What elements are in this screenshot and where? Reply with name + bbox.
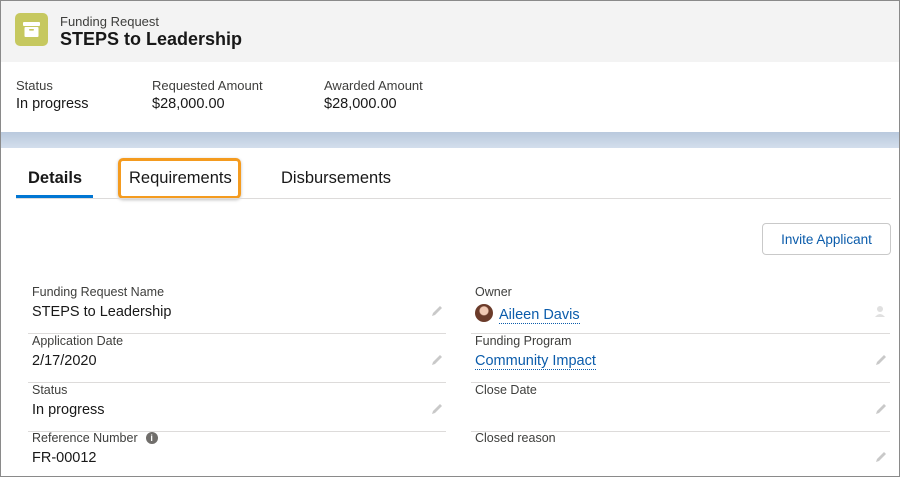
field-closed-reason: Closed reason	[471, 431, 890, 476]
pencil-icon[interactable]	[874, 450, 888, 464]
field-funding-program: Funding Program Community Impact	[471, 334, 890, 383]
field-label: Funding Program	[475, 334, 572, 348]
highlight-value: $28,000.00	[324, 96, 397, 112]
highlight-awarded-amount: Awarded Amount $28,000.00	[324, 78, 423, 112]
field-value: 2/17/2020	[32, 353, 97, 369]
highlight-requested-amount: Requested Amount $28,000.00	[152, 78, 263, 112]
field-reference-number: Reference Number i FR-00012	[28, 431, 446, 476]
field-funding-request-name: Funding Request Name STEPS to Leadership	[28, 285, 446, 334]
field-owner: Owner Aileen Davis	[471, 285, 890, 334]
pencil-icon[interactable]	[430, 304, 444, 318]
field-label: Reference Number	[32, 431, 138, 445]
field-value: STEPS to Leadership	[32, 304, 172, 320]
highlight-status: Status In progress	[16, 78, 89, 112]
funding-program-link[interactable]: Community Impact	[475, 353, 596, 370]
record-title: STEPS to Leadership	[60, 29, 243, 49]
highlight-label: Requested Amount	[152, 78, 263, 93]
invite-applicant-button[interactable]: Invite Applicant	[762, 223, 891, 255]
pencil-icon[interactable]	[874, 402, 888, 416]
archive-box-icon	[15, 13, 48, 46]
field-value: Community Impact	[475, 353, 596, 370]
avatar	[475, 304, 493, 322]
field-close-date: Close Date	[471, 383, 890, 432]
field-label: Owner	[475, 285, 512, 299]
object-type-label: Funding Request	[60, 14, 160, 29]
highlight-label: Status	[16, 78, 53, 93]
info-icon[interactable]: i	[145, 432, 158, 444]
owner-link[interactable]: Aileen Davis	[499, 307, 580, 324]
field-label-row: Reference Number i	[32, 431, 158, 445]
pencil-icon[interactable]	[430, 353, 444, 367]
tab-details[interactable]: Details	[28, 169, 82, 188]
tab-highlight-box	[118, 158, 241, 199]
field-status: Status In progress	[28, 383, 446, 432]
highlight-label: Awarded Amount	[324, 78, 423, 93]
pencil-icon[interactable]	[430, 402, 444, 416]
record-header: Funding Request STEPS to Leadership	[1, 1, 899, 62]
tab-disbursements[interactable]: Disbursements	[281, 169, 391, 188]
tab-divider	[16, 198, 891, 199]
record-page: Funding Request STEPS to Leadership Stat…	[0, 0, 900, 477]
highlight-value: $28,000.00	[152, 96, 225, 112]
field-value: FR-00012	[32, 450, 97, 466]
change-owner-icon[interactable]	[874, 304, 888, 318]
highlights-panel: Status In progress Requested Amount $28,…	[1, 62, 899, 132]
decorative-band	[1, 132, 899, 148]
field-application-date: Application Date 2/17/2020	[28, 334, 446, 383]
field-label: Application Date	[32, 334, 124, 348]
highlight-value: In progress	[16, 96, 89, 112]
owner-value: Aileen Davis	[475, 304, 580, 324]
field-value: In progress	[32, 402, 105, 418]
field-label: Closed reason	[475, 431, 556, 445]
field-label: Close Date	[475, 383, 537, 397]
active-tab-indicator	[16, 195, 93, 198]
field-label: Funding Request Name	[32, 285, 165, 299]
field-label: Status	[32, 383, 68, 397]
pencil-icon[interactable]	[874, 353, 888, 367]
